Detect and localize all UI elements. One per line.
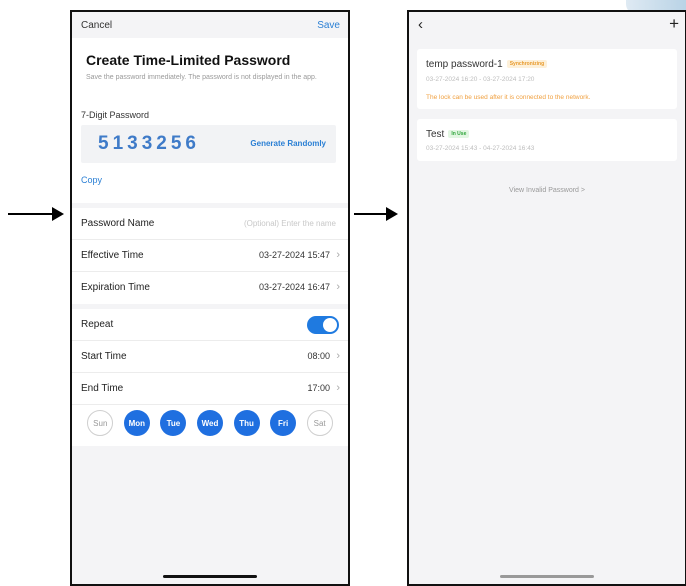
home-indicator [163,575,257,578]
effective-time-value: 03-27-2024 15:47 [258,250,330,260]
chevron-right-icon: › [336,281,340,293]
password-box: 5133256 Generate Randomly [81,125,336,163]
password-range: 03-27-2024 16:20 - 03-27-2024 17:20 [426,76,535,83]
status-badge: In Use [448,130,470,139]
password-title: temp password-1 [426,59,503,70]
password-name-input[interactable]: (Optional) Enter the name [244,219,336,228]
status-badge: Synchronizing [506,60,548,69]
day-tue[interactable]: Tue [160,410,187,436]
start-time-label: Start Time [81,351,127,362]
arrow-pointer-left [8,207,64,221]
effective-time-row[interactable]: Effective Time 03-27-2024 15:47 › [72,240,348,272]
start-time-value: 08:00 [307,351,330,361]
copy-button[interactable]: Copy [81,175,102,185]
password-section: Create Time-Limited Password Save the pa… [72,38,348,203]
home-indicator [500,575,594,578]
save-note: Save the password immediately. The passw… [86,74,317,81]
end-time-value: 17:00 [307,383,330,393]
weekday-selector: Sun Mon Tue Wed Thu Fri Sat [72,410,348,440]
password-title: Test [426,129,445,140]
password-digits: 5133256 [98,133,200,154]
password-label: 7-Digit Password [81,110,150,120]
list-item[interactable]: Test In Use 03-27-2024 15:43 - 04-27-2024… [417,119,677,161]
password-name: Test In Use [426,129,470,140]
expiration-time-row[interactable]: Expiration Time 03-27-2024 16:47 › [72,272,348,304]
password-range: 03-27-2024 15:43 - 04-27-2024 16:43 [426,145,535,152]
password-list-screen: ‹ + temp password-1 Synchronizing 03-27-2… [407,10,686,586]
expiration-time-value: 03-27-2024 16:47 [258,282,330,292]
repeat-label: Repeat [81,319,114,330]
chevron-right-icon: › [336,350,340,362]
password-name: temp password-1 Synchronizing [426,59,548,70]
day-sat[interactable]: Sat [306,410,333,436]
view-invalid-password-link[interactable]: View Invalid Password > [409,187,685,194]
end-time-row[interactable]: End Time 17:00 › [72,373,348,405]
effective-time-label: Effective Time [81,250,144,261]
day-wed[interactable]: Wed [196,410,223,436]
chevron-right-icon: › [336,382,340,394]
day-fri[interactable]: Fri [270,410,297,436]
page-title: Create Time-Limited Password [86,52,291,68]
day-mon[interactable]: Mon [123,410,150,436]
generate-randomly-button[interactable]: Generate Randomly [250,139,326,148]
cancel-button[interactable]: Cancel [81,20,112,31]
repeat-toggle[interactable] [307,316,339,334]
plus-icon[interactable]: + [669,14,679,34]
settings-group-repeat: Repeat Start Time 08:00 › End Time 17:00… [72,309,348,446]
save-button[interactable]: Save [317,20,340,31]
repeat-row: Repeat [72,309,348,341]
top-bar: Cancel Save [72,12,348,38]
day-sun[interactable]: Sun [87,410,114,436]
day-thu[interactable]: Thu [233,410,260,436]
expiration-time-label: Expiration Time [81,282,150,293]
password-name-label: Password Name [81,218,155,229]
password-name-row[interactable]: Password Name (Optional) Enter the name [72,208,348,240]
create-password-screen: Cancel Save Create Time-Limited Password… [70,10,350,586]
start-time-row[interactable]: Start Time 08:00 › [72,341,348,373]
list-item[interactable]: temp password-1 Synchronizing 03-27-2024 … [417,49,677,109]
settings-group-times: Password Name (Optional) Enter the name … [72,208,348,304]
network-warning: The lock can be used after it is connect… [426,94,591,101]
arrow-pointer-right [354,207,398,221]
chevron-left-icon[interactable]: ‹ [418,16,423,33]
end-time-label: End Time [81,383,124,394]
chevron-right-icon: › [336,249,340,261]
